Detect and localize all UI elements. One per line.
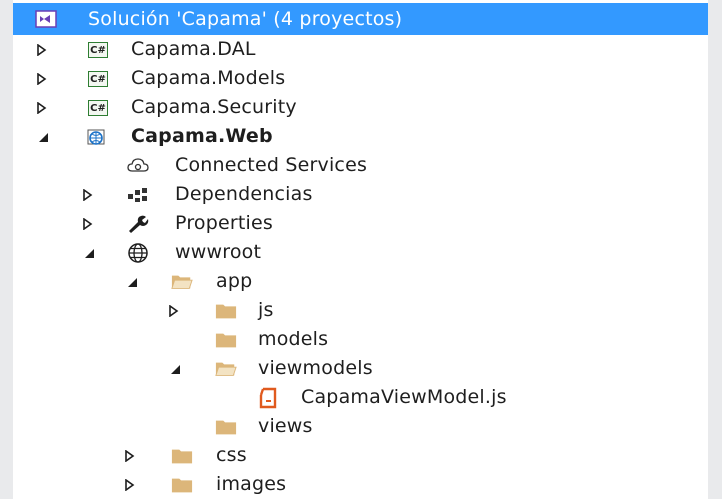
expand-arrow-icon[interactable]	[79, 216, 95, 232]
tree-item-project[interactable]: C# Capama.DAL	[13, 35, 708, 64]
tree-item-folder[interactable]: css	[13, 441, 708, 470]
solution-explorer-tree: Solución 'Capama' (4 proyectos) C# Capam…	[13, 0, 708, 499]
tree-item-label: Capama.Security	[131, 96, 297, 118]
folder-icon	[215, 300, 237, 322]
tree-item-label: Solución 'Capama' (4 proyectos)	[88, 8, 403, 30]
expand-arrow-icon[interactable]	[33, 71, 49, 87]
folder-open-icon	[215, 358, 237, 380]
folder-icon	[171, 474, 193, 496]
tree-item-label: Properties	[175, 212, 274, 234]
tree-item-folder[interactable]: app	[13, 267, 708, 296]
tree-item-label: Connected Services	[175, 154, 368, 176]
tree-item-label: Dependencias	[175, 183, 313, 205]
collapse-arrow-icon[interactable]	[81, 245, 97, 261]
tree-item-label: Capama.Web	[131, 125, 273, 147]
tree-item-wwwroot[interactable]: wwwroot	[13, 238, 708, 267]
folder-icon	[171, 445, 193, 467]
tree-item-label: Capama.DAL	[131, 38, 256, 60]
tree-item-folder[interactable]: images	[13, 470, 708, 499]
visual-studio-solution-icon	[35, 8, 57, 30]
tree-item-label: Capama.Models	[131, 67, 286, 89]
csharp-project-icon: C#	[87, 97, 109, 119]
tree-item-label: js	[258, 299, 274, 321]
tree-item-label: wwwroot	[175, 241, 262, 263]
tree-item-label: images	[216, 473, 287, 495]
wrench-icon	[127, 213, 149, 235]
tree-item-file[interactable]: CapamaViewModel.js	[13, 383, 708, 412]
tree-item-project[interactable]: C# Capama.Models	[13, 64, 708, 93]
tree-item-solution[interactable]: Solución 'Capama' (4 proyectos)	[13, 3, 708, 35]
tree-item-label: app	[216, 270, 253, 292]
tree-item-label: models	[258, 328, 329, 350]
collapse-arrow-icon[interactable]	[35, 129, 51, 145]
tree-item-label: CapamaViewModel.js	[301, 386, 507, 408]
web-project-icon	[86, 126, 108, 148]
javascript-file-icon	[257, 387, 279, 409]
tree-item-project[interactable]: C# Capama.Security	[13, 93, 708, 122]
collapse-arrow-icon[interactable]	[167, 361, 183, 377]
expand-arrow-icon[interactable]	[165, 303, 181, 319]
tree-item-dependencies[interactable]: Dependencias	[13, 180, 708, 209]
tree-item-folder[interactable]: js	[13, 296, 708, 325]
tree-item-folder[interactable]: models	[13, 325, 708, 354]
globe-icon	[127, 242, 149, 264]
folder-icon	[215, 329, 237, 351]
expand-arrow-icon[interactable]	[121, 448, 137, 464]
expand-arrow-icon[interactable]	[33, 42, 49, 58]
tree-item-properties[interactable]: Properties	[13, 209, 708, 238]
tree-item-folder[interactable]: views	[13, 412, 708, 441]
tree-item-connected-services[interactable]: Connected Services	[13, 151, 708, 180]
tree-item-label: viewmodels	[258, 357, 373, 379]
dependencies-icon	[127, 184, 149, 206]
tree-item-project[interactable]: Capama.Web	[13, 122, 708, 151]
cloud-gear-icon	[127, 155, 149, 177]
tree-item-label: css	[216, 444, 247, 466]
tree-item-folder[interactable]: viewmodels	[13, 354, 708, 383]
folder-open-icon	[171, 271, 193, 293]
tree-item-label: views	[258, 415, 313, 437]
expand-arrow-icon[interactable]	[33, 100, 49, 116]
expand-arrow-icon[interactable]	[121, 477, 137, 493]
csharp-project-icon: C#	[87, 68, 109, 90]
csharp-project-icon: C#	[87, 39, 109, 61]
collapse-arrow-icon[interactable]	[124, 274, 140, 290]
expand-arrow-icon[interactable]	[79, 187, 95, 203]
folder-icon	[215, 416, 237, 438]
